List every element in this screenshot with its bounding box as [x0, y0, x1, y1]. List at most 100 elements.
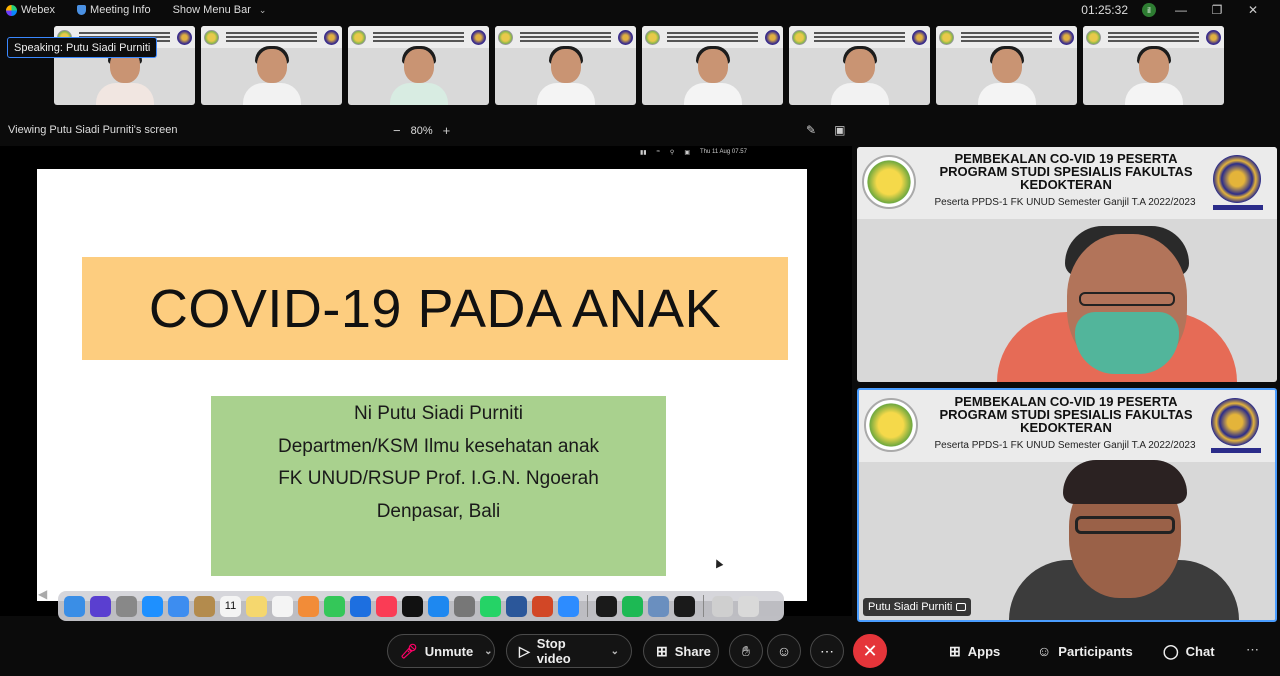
participant-thumbnail[interactable]	[1083, 26, 1224, 105]
thumb-banner	[495, 26, 636, 48]
downloads-icon[interactable]	[712, 595, 733, 617]
university-seal-icon	[1059, 29, 1074, 45]
chevron-down-icon[interactable]: ⌄	[611, 646, 619, 657]
stop-video-button[interactable]: ▷ Stop video ⌄	[506, 634, 632, 668]
minimize-icon[interactable]: —	[1170, 3, 1192, 17]
raise-hand-button[interactable]: ✋︎	[729, 634, 763, 668]
banner-lines	[663, 30, 762, 44]
close-icon[interactable]: ✕	[1242, 3, 1264, 17]
notes-folder-icon[interactable]	[194, 595, 215, 617]
title-bar-right: 01:25:32 il — ❐ ✕	[1081, 0, 1280, 20]
university-seal-icon	[324, 29, 339, 45]
chat-button[interactable]: ◯ Chat	[1163, 643, 1215, 660]
safari-icon[interactable]	[142, 595, 163, 617]
meeting-info-label: Meeting Info	[90, 4, 151, 16]
thumb-banner	[642, 26, 783, 48]
faculty-logo-icon	[204, 29, 219, 45]
university-seal-icon	[765, 29, 780, 45]
meeting-info-button[interactable]: Meeting Info	[77, 4, 151, 16]
faculty-logo-icon	[939, 29, 954, 45]
word-icon[interactable]	[506, 595, 527, 617]
leave-meeting-button[interactable]: ✕	[853, 634, 887, 668]
participants-button[interactable]: ☺ Participants	[1037, 643, 1133, 659]
participant-video	[1124, 46, 1183, 105]
participant-thumbnail[interactable]	[936, 26, 1077, 105]
viewing-label: Viewing Putu Siadi Purniti's screen	[8, 124, 178, 136]
banner-title: PEMBEKALAN CO-VID 19 PESERTA PROGRAM STU…	[919, 152, 1213, 191]
webex-icon[interactable]	[596, 595, 617, 617]
appletv-icon[interactable]	[402, 595, 423, 617]
trash-icon[interactable]	[738, 595, 759, 617]
slide-title: COVID-19 PADA ANAK	[148, 278, 722, 339]
appstore-icon[interactable]	[428, 595, 449, 617]
banner-lines	[222, 30, 321, 44]
network-signal-icon[interactable]: il	[1142, 3, 1156, 17]
view-options-icon[interactable]: ▣	[834, 123, 845, 137]
participant-video	[977, 46, 1036, 105]
speaking-indicator: Speaking: Putu Siadi Purniti	[7, 37, 158, 58]
finder-icon[interactable]	[64, 595, 85, 617]
show-menu-bar-label: Show Menu Bar	[172, 4, 251, 16]
thumb-banner	[348, 26, 489, 48]
zoom-out-button[interactable]: −	[393, 123, 401, 138]
share-icon: ⊞	[656, 642, 668, 659]
mail-icon[interactable]	[168, 595, 189, 617]
event-banner: PEMBEKALAN CO-VID 19 PESERTA PROGRAM STU…	[857, 147, 1277, 219]
participant-thumbnail[interactable]	[348, 26, 489, 105]
participant-thumbnail[interactable]	[789, 26, 930, 105]
siri-icon[interactable]	[90, 595, 111, 617]
webex-meetings-icon[interactable]	[674, 595, 695, 617]
annotate-icon[interactable]: ✎	[806, 123, 816, 137]
video-tile[interactable]: PEMBEKALAN CO-VID 19 PESERTA PROGRAM STU…	[857, 147, 1277, 382]
reactions-button[interactable]: ☺	[767, 634, 801, 668]
restore-icon[interactable]: ❐	[1206, 3, 1228, 17]
launchpad-icon[interactable]	[116, 595, 137, 617]
music-icon[interactable]	[376, 595, 397, 617]
keynote-icon[interactable]	[350, 595, 371, 617]
apps-button[interactable]: ⊞ Apps	[949, 643, 1000, 660]
show-menu-bar-button[interactable]: Show Menu Bar ⌄	[173, 4, 267, 16]
participant-thumbnail[interactable]	[642, 26, 783, 105]
participant-name: Putu Siadi Purniti	[868, 601, 953, 613]
chat-label: Chat	[1185, 644, 1215, 659]
faculty-logo-icon	[792, 29, 807, 45]
hand-icon: ✋︎	[742, 642, 750, 659]
facetime-icon[interactable]	[324, 595, 345, 617]
preview-icon[interactable]	[648, 595, 669, 617]
apps-icon: ⊞	[949, 643, 961, 659]
powerpoint-icon[interactable]	[532, 595, 553, 617]
settings-icon[interactable]	[454, 595, 475, 617]
participant-thumbnail[interactable]	[201, 26, 342, 105]
unmute-button[interactable]: 🎤︎ Unmute ⌄	[387, 634, 495, 668]
participant-video	[536, 46, 595, 105]
camera-icon	[956, 603, 967, 611]
university-seal-icon	[1211, 398, 1259, 446]
participant-thumbnails	[54, 26, 1224, 105]
notes-icon[interactable]	[246, 595, 267, 617]
calendar-icon[interactable]: 11	[220, 595, 241, 617]
dock-separator	[587, 595, 588, 617]
share-label: Share	[674, 643, 711, 659]
wifi-icon: ≈	[656, 149, 660, 155]
share-button[interactable]: ⊞ Share	[643, 634, 719, 668]
control-center-icon: ▣	[684, 149, 690, 156]
spotify-icon[interactable]	[622, 595, 643, 617]
unmute-label: Unmute	[424, 643, 474, 659]
active-speaker-tile[interactable]: PEMBEKALAN CO-VID 19 PESERTA PROGRAM STU…	[857, 388, 1277, 622]
webex-window: Webex Meeting Info Show Menu Bar ⌄ 01:25…	[0, 0, 1280, 676]
thumb-banner	[936, 26, 1077, 48]
more-panels-icon[interactable]: ⋯	[1246, 642, 1259, 658]
banner-lines	[369, 30, 468, 44]
whatsapp-icon[interactable]	[480, 595, 501, 617]
photos-icon[interactable]	[298, 595, 319, 617]
reminders-icon[interactable]	[272, 595, 293, 617]
participant-video	[242, 46, 301, 105]
participant-thumbnail[interactable]	[495, 26, 636, 105]
zoom-icon[interactable]	[558, 595, 579, 617]
chevron-down-icon[interactable]: ⌄	[484, 646, 492, 657]
banner-line: KEDOKTERAN	[1020, 420, 1112, 435]
banner-lines	[810, 30, 909, 44]
more-options-button[interactable]: ⋯	[810, 634, 844, 668]
zoom-in-button[interactable]: +	[443, 123, 451, 138]
slide-author-box: Ni Putu Siadi Purniti Departmen/KSM Ilmu…	[211, 396, 666, 576]
